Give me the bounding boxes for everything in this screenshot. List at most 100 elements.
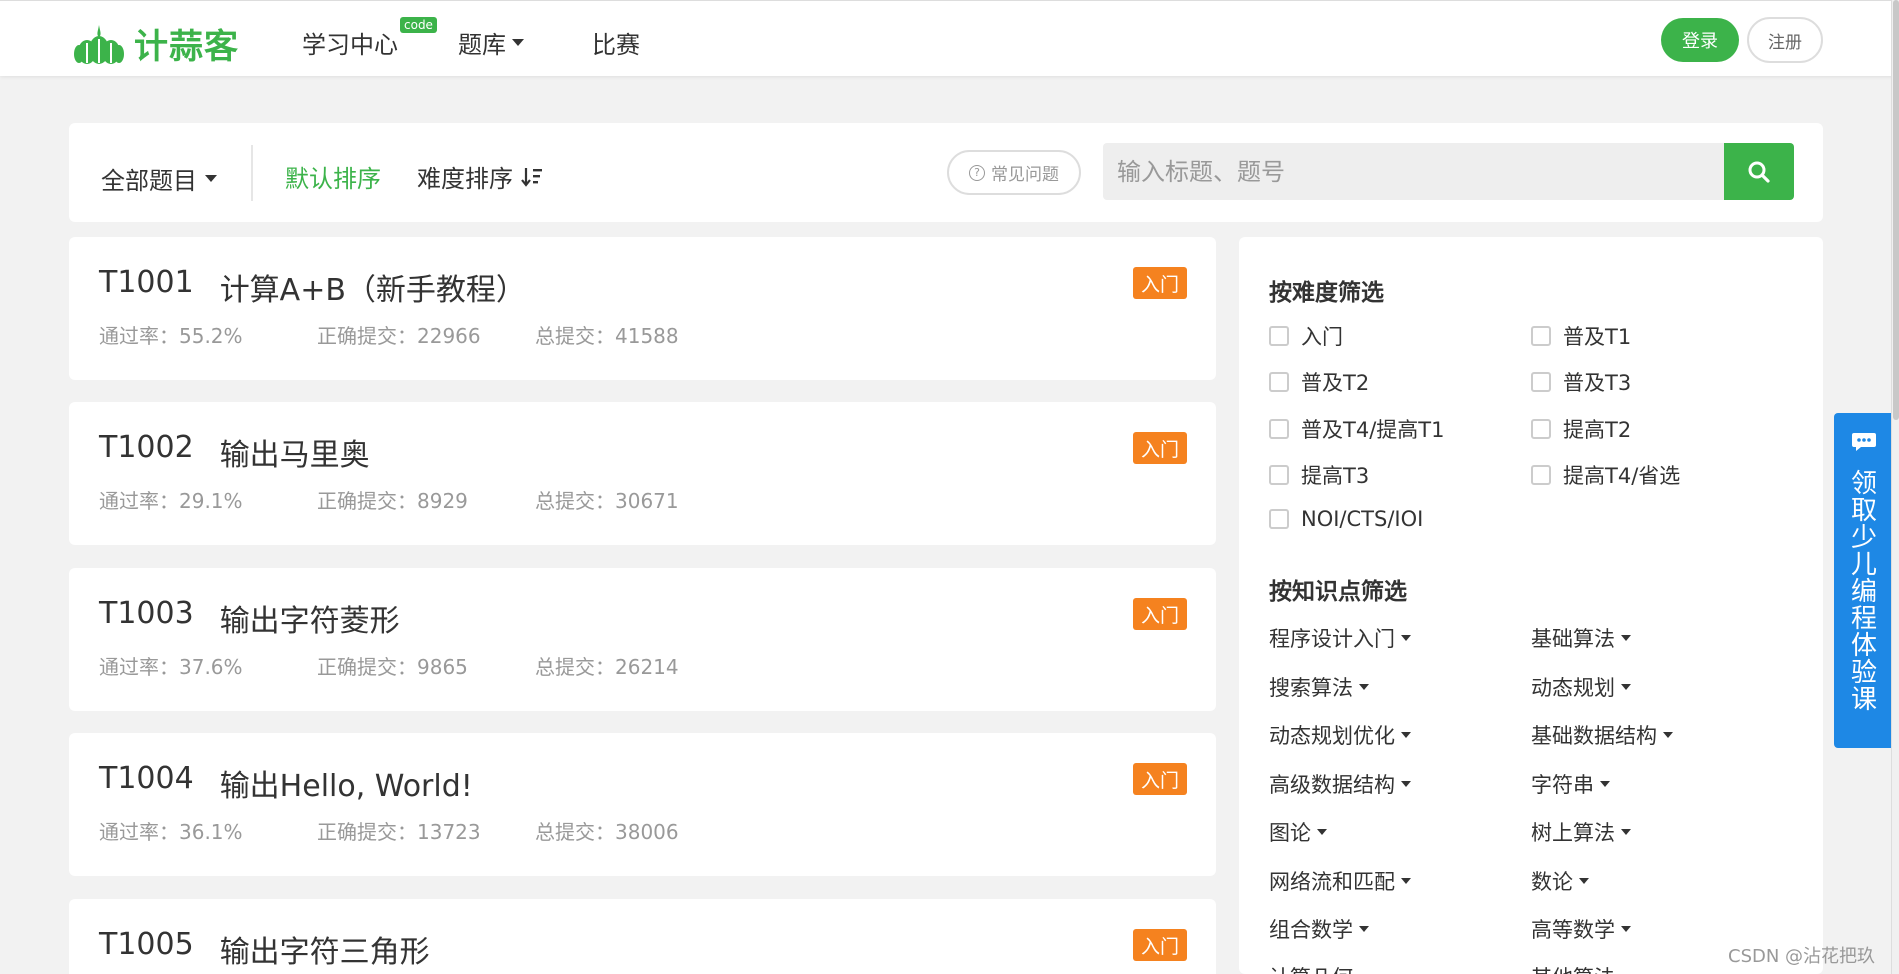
chevron-down-icon (1401, 635, 1411, 641)
difficulty-sort-label: 难度排序 (417, 165, 513, 193)
problem-card[interactable]: T1002 输出马里奥 通过率：29.1% 正确提交：8929 总提交：3067… (69, 402, 1216, 545)
checkbox-icon[interactable] (1531, 465, 1551, 485)
topic-dropdown[interactable]: 基础算法 (1531, 623, 1631, 653)
problem-id: T1004 (99, 761, 194, 796)
topic-dropdown[interactable]: 组合数学 (1269, 914, 1369, 944)
total-submissions: 总提交：41588 (535, 324, 679, 348)
topic-dropdown[interactable]: 高等数学 (1531, 914, 1631, 944)
sort-descending-icon (521, 167, 542, 187)
divider (251, 145, 253, 201)
chevron-down-icon (1621, 635, 1631, 641)
problem-title[interactable]: T1005 输出字符三角形 (99, 927, 430, 971)
problem-id: T1002 (99, 430, 194, 465)
problem-id: T1001 (99, 265, 194, 300)
scrollbar-thumb[interactable] (1893, 0, 1899, 420)
topic-dropdown[interactable]: 动态规划优化 (1269, 720, 1411, 750)
total-submissions: 总提交：38006 (535, 820, 679, 844)
site-logo[interactable]: 计蒜客 (74, 19, 239, 68)
trial-class-promo[interactable]: 领取少儿编程体验课 (1834, 413, 1894, 748)
correct-submissions: 正确提交：22966 (317, 324, 481, 348)
difficulty-checkbox[interactable]: NOI/CTS/IOI (1269, 507, 1423, 531)
chevron-down-icon (1621, 684, 1631, 690)
topic-dropdown[interactable]: 网络流和匹配 (1269, 866, 1411, 896)
problem-title[interactable]: T1001 计算A+B（新手教程） (99, 265, 526, 309)
total-submissions: 总提交：30671 (535, 489, 679, 513)
checkbox-icon[interactable] (1269, 465, 1289, 485)
logo-text: 计蒜客 (134, 27, 239, 67)
topic-dropdown[interactable]: 树上算法 (1531, 817, 1631, 847)
difficulty-checkbox[interactable]: 提高T4/省选 (1531, 460, 1680, 490)
checkbox-icon[interactable] (1269, 326, 1289, 346)
register-button[interactable]: 注册 (1747, 17, 1823, 63)
default-sort-tab[interactable]: 默认排序 (285, 159, 381, 194)
topic-dropdown[interactable]: 高级数据结构 (1269, 769, 1411, 799)
filter-panel: 按难度筛选 入门 普及T1 普及T2 普及T3 普及T4/提高T1 提高T2 提… (1239, 237, 1823, 974)
topic-dropdown[interactable]: 程序设计入门 (1269, 623, 1411, 653)
difficulty-checkbox[interactable]: 普及T1 (1531, 321, 1631, 351)
problem-title[interactable]: T1002 输出马里奥 (99, 430, 370, 474)
topic-dropdown[interactable]: 基础数据结构 (1531, 720, 1673, 750)
topic-dropdown[interactable]: 其他算法 (1531, 962, 1631, 974)
problem-card[interactable]: T1005 输出字符三角形 入门 (69, 899, 1216, 974)
page-scrollbar[interactable] (1891, 0, 1899, 974)
problem-card[interactable]: T1004 输出Hello, World! 通过率：36.1% 正确提交：137… (69, 733, 1216, 876)
difficulty-badge: 入门 (1133, 929, 1187, 961)
problem-title[interactable]: T1003 输出字符菱形 (99, 596, 400, 640)
garlic-logo-icon (74, 24, 124, 64)
promo-label: 领取少儿编程体验课 (1850, 469, 1877, 715)
checkbox-icon[interactable] (1269, 372, 1289, 392)
checkbox-icon[interactable] (1269, 419, 1289, 439)
correct-submissions: 正确提交：8929 (317, 489, 468, 513)
topic-dropdown[interactable]: 字符串 (1531, 769, 1610, 799)
difficulty-badge: 入门 (1133, 432, 1187, 464)
topic-dropdown[interactable]: 计算几何 (1269, 962, 1369, 974)
chevron-down-icon (1579, 878, 1589, 884)
problem-title[interactable]: T1004 输出Hello, World! (99, 761, 473, 805)
difficulty-checkbox[interactable]: 普及T3 (1531, 367, 1631, 397)
chevron-down-icon (1401, 781, 1411, 787)
chevron-down-icon (512, 39, 524, 46)
top-navbar: 计蒜客 学习中心 code 题库 比赛 登录 注册 (0, 0, 1899, 76)
nav-learning-center[interactable]: 学习中心 (302, 25, 398, 60)
topic-dropdown[interactable]: 图论 (1269, 817, 1327, 847)
problem-name: 输出字符三角形 (219, 935, 430, 970)
question-circle-icon: ? (969, 164, 985, 181)
faq-button[interactable]: ? 常见问题 (947, 150, 1081, 195)
difficulty-checkbox[interactable]: 入门 (1269, 321, 1343, 351)
problem-card[interactable]: T1001 计算A+B（新手教程） 通过率：55.2% 正确提交：22966 总… (69, 237, 1216, 380)
difficulty-checkbox[interactable]: 提高T2 (1531, 414, 1631, 444)
checkbox-icon[interactable] (1531, 419, 1551, 439)
login-button[interactable]: 登录 (1661, 18, 1739, 62)
difficulty-sort-tab[interactable]: 难度排序 (417, 159, 543, 194)
search-input[interactable] (1103, 143, 1724, 200)
chevron-down-icon (1621, 829, 1631, 835)
topic-dropdown[interactable]: 动态规划 (1531, 672, 1631, 702)
watermark: CSDN @沾花把玖 (1728, 946, 1876, 967)
checkbox-icon[interactable] (1531, 326, 1551, 346)
correct-submissions: 正确提交：13723 (317, 820, 481, 844)
topic-dropdown[interactable]: 搜索算法 (1269, 672, 1369, 702)
nav-contest[interactable]: 比赛 (592, 25, 640, 60)
problem-name: 输出马里奥 (219, 438, 370, 473)
chevron-down-icon (1621, 926, 1631, 932)
pass-rate: 通过率：55.2% (99, 324, 243, 348)
all-problems-dropdown[interactable]: 全部题目 (101, 161, 217, 196)
topic-dropdown[interactable]: 数论 (1531, 866, 1589, 896)
chevron-down-icon (1359, 926, 1369, 932)
chevron-down-icon (1359, 684, 1369, 690)
problem-name: 输出字符菱形 (219, 604, 400, 639)
checkbox-icon[interactable] (1269, 509, 1289, 529)
problem-card[interactable]: T1003 输出字符菱形 通过率：37.6% 正确提交：9865 总提交：262… (69, 568, 1216, 711)
total-submissions: 总提交：26214 (535, 655, 679, 679)
nav-problem-bank[interactable]: 题库 (458, 25, 524, 60)
problem-name: 计算A+B（新手教程） (219, 273, 526, 308)
pass-rate: 通过率：37.6% (99, 655, 243, 679)
difficulty-checkbox[interactable]: 普及T4/提高T1 (1269, 414, 1444, 444)
difficulty-checkbox[interactable]: 提高T3 (1269, 460, 1369, 490)
difficulty-badge: 入门 (1133, 598, 1187, 630)
difficulty-filter-heading: 按难度筛选 (1269, 280, 1384, 306)
chevron-down-icon (1600, 781, 1610, 787)
difficulty-checkbox[interactable]: 普及T2 (1269, 367, 1369, 397)
checkbox-icon[interactable] (1531, 372, 1551, 392)
search-button[interactable] (1724, 143, 1794, 200)
